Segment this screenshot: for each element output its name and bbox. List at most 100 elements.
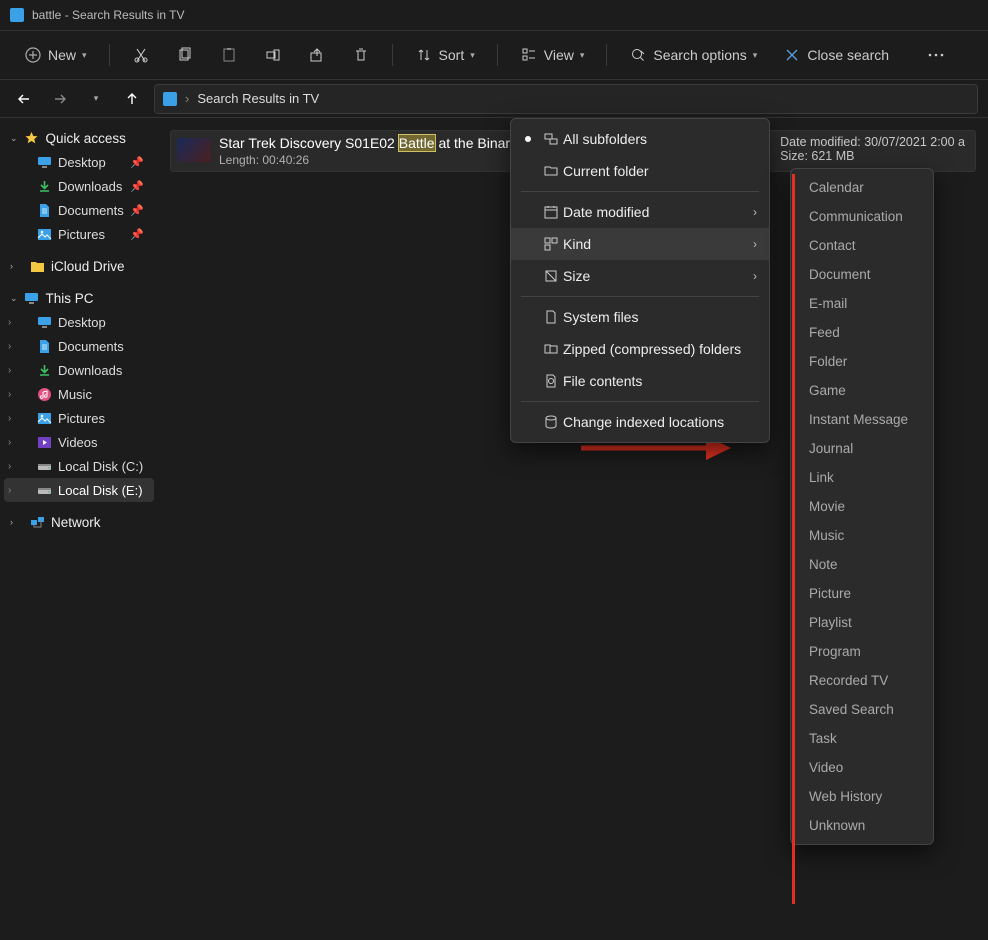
sidebar-item-pictures[interactable]: Pictures📌 [4,222,154,246]
size-icon [543,268,561,284]
delete-button[interactable] [342,40,380,70]
kind-item-link[interactable]: Link [791,463,933,492]
sidebar-this-pc[interactable]: ⌄ This PC [4,286,154,310]
sidebar-network[interactable]: › Network [4,510,154,534]
copy-button[interactable] [166,40,204,70]
kind-item-calendar[interactable]: Calendar [791,173,933,202]
sidebar-item-label: Documents [58,339,124,354]
pin-icon: 📌 [130,228,144,241]
back-button[interactable] [10,85,38,113]
kind-item-document[interactable]: Document [791,260,933,289]
sort-button[interactable]: Sort ▾ [405,40,485,70]
kind-item-web-history[interactable]: Web History [791,782,933,811]
menu-kind[interactable]: Kind › [511,228,769,260]
menu-date-modified[interactable]: Date modified › [511,196,769,228]
document-icon [36,202,52,218]
pin-icon: 📌 [130,204,144,217]
up-button[interactable] [118,85,146,113]
separator [521,296,759,297]
chevron-right-icon: › [8,485,11,496]
kind-item-saved-search[interactable]: Saved Search [791,695,933,724]
zip-icon [543,341,561,357]
kind-item-recorded-tv[interactable]: Recorded TV [791,666,933,695]
search-options-label: Search options [653,47,746,63]
kind-item-communication[interactable]: Communication [791,202,933,231]
menu-size[interactable]: Size › [511,260,769,292]
sidebar-item-label: Local Disk (E:) [58,483,143,498]
paste-button[interactable] [210,40,248,70]
chevron-down-icon: ⌄ [10,133,18,144]
menu-file-contents[interactable]: File contents [511,365,769,397]
sidebar-item-documents[interactable]: ›Documents [4,334,154,358]
kind-item-note[interactable]: Note [791,550,933,579]
menu-system-files[interactable]: System files [511,301,769,333]
sidebar-item-desktop[interactable]: ›Desktop [4,310,154,334]
result-title: Star Trek Discovery S01E02 Battle at the… [219,135,517,151]
sidebar-item-pictures[interactable]: › Pictures [4,406,154,430]
menu-change-indexed[interactable]: Change indexed locations [511,406,769,438]
title-pre: Star Trek Discovery S01E02 [219,135,399,151]
chevron-right-icon: › [8,317,11,328]
chevron-right-icon: › [8,413,11,424]
window-title: battle - Search Results in TV [32,8,185,22]
sidebar-item-local-disk-e-[interactable]: › Local Disk (E:) [4,478,154,502]
disk-icon [36,458,52,474]
separator [521,191,759,192]
close-icon [783,46,801,64]
sidebar-icloud-drive[interactable]: › iCloud Drive [4,254,154,278]
sidebar-item-music[interactable]: ›Music [4,382,154,406]
trash-icon [352,46,370,64]
share-icon [308,46,326,64]
menu-label: Size [563,268,590,284]
sidebar-item-label: Pictures [58,411,105,426]
new-label: New [48,47,76,63]
menu-current-folder[interactable]: Current folder [511,155,769,187]
kind-item-game[interactable]: Game [791,376,933,405]
forward-button[interactable] [46,85,74,113]
kind-item-e-mail[interactable]: E-mail [791,289,933,318]
kind-item-movie[interactable]: Movie [791,492,933,521]
sidebar-item-local-disk-c-[interactable]: ›Local Disk (C:) [4,454,154,478]
kind-item-journal[interactable]: Journal [791,434,933,463]
address-bar[interactable]: › Search Results in TV [154,84,978,114]
search-options-button[interactable]: Search options ▾ [619,40,767,70]
kind-item-program[interactable]: Program [791,637,933,666]
rename-button[interactable] [254,40,292,70]
kind-item-task[interactable]: Task [791,724,933,753]
sidebar-item-documents[interactable]: Documents 📌 [4,198,154,222]
download-icon [36,178,52,194]
menu-zipped[interactable]: Zipped (compressed) folders [511,333,769,365]
rename-icon [264,46,282,64]
sidebar-item-desktop[interactable]: Desktop📌 [4,150,154,174]
sidebar-quick-access[interactable]: ⌄ Quick access [4,126,154,150]
sidebar-item-downloads[interactable]: ›Downloads [4,358,154,382]
kind-item-unknown[interactable]: Unknown [791,811,933,840]
kind-item-music[interactable]: Music [791,521,933,550]
kind-item-folder[interactable]: Folder [791,347,933,376]
arrow-right-icon [53,92,67,106]
new-button[interactable]: New ▾ [14,40,97,70]
paste-icon [220,46,238,64]
menu-all-subfolders[interactable]: All subfolders [511,123,769,155]
location-icon [163,92,177,106]
view-button[interactable]: View ▾ [510,40,595,70]
kind-item-instant-message[interactable]: Instant Message [791,405,933,434]
view-label: View [544,47,574,63]
history-button[interactable]: ▾ [82,85,110,113]
sidebar-item-videos[interactable]: ›Videos [4,430,154,454]
kind-item-video[interactable]: Video [791,753,933,782]
kind-icon [543,236,561,252]
more-button[interactable] [917,40,955,70]
sidebar-item-label: Documents [58,203,124,218]
kind-item-picture[interactable]: Picture [791,579,933,608]
kind-item-contact[interactable]: Contact [791,231,933,260]
title-highlight: Battle [399,135,435,151]
menu-label: Kind [563,236,591,252]
share-button[interactable] [298,40,336,70]
calendar-icon [543,204,561,220]
close-search-button[interactable]: Close search [773,40,899,70]
sidebar-item-downloads[interactable]: Downloads📌 [4,174,154,198]
cut-button[interactable] [122,40,160,70]
kind-item-playlist[interactable]: Playlist [791,608,933,637]
kind-item-feed[interactable]: Feed [791,318,933,347]
